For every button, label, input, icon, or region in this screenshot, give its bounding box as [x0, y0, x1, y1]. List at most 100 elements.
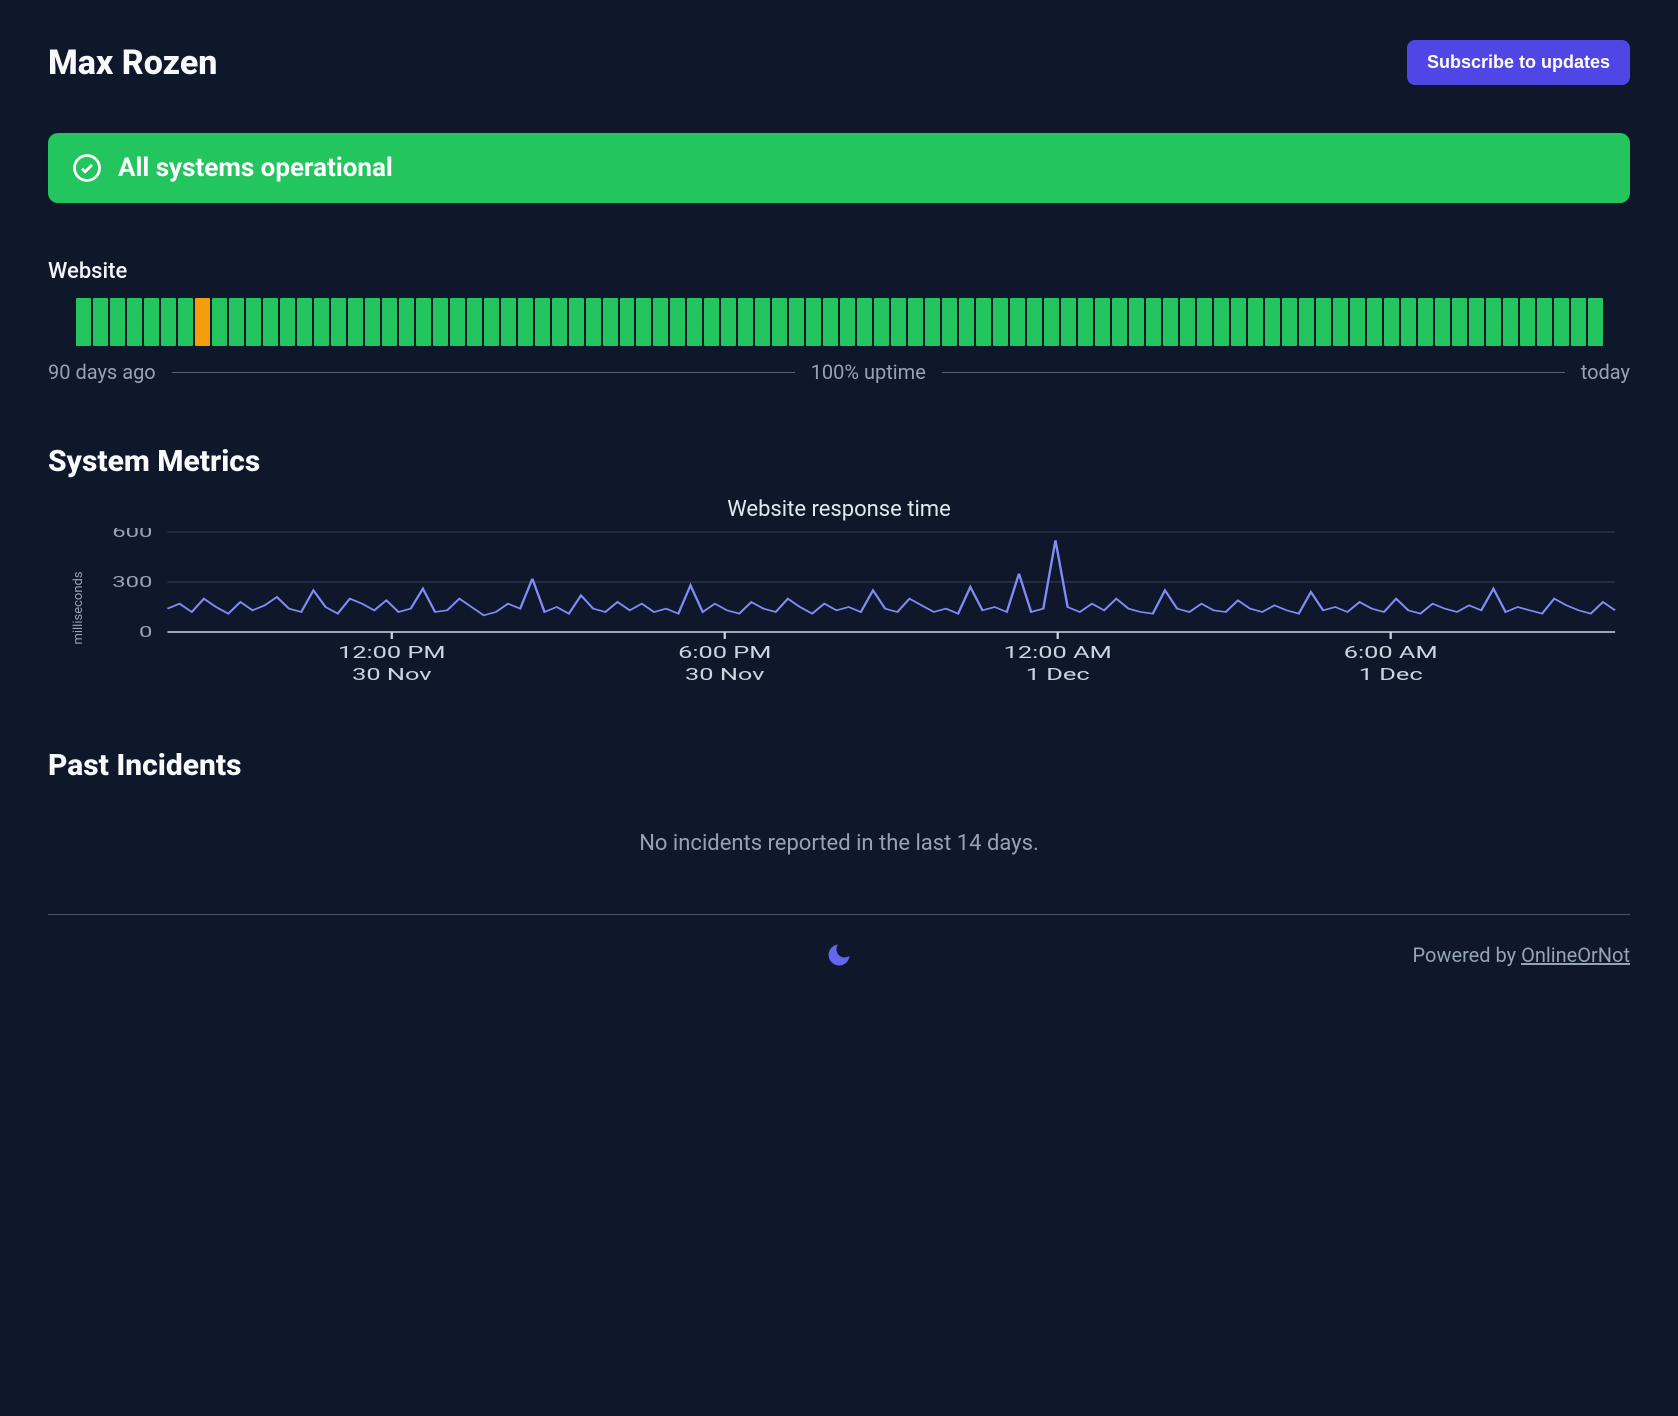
moon-icon[interactable]	[825, 941, 853, 969]
uptime-bar[interactable]	[178, 298, 193, 346]
service-name: Website	[48, 259, 1630, 284]
uptime-bar[interactable]	[942, 298, 957, 346]
uptime-bar[interactable]	[1061, 298, 1076, 346]
uptime-bar[interactable]	[535, 298, 550, 346]
uptime-bar[interactable]	[144, 298, 159, 346]
uptime-bar[interactable]	[1367, 298, 1382, 346]
uptime-bar[interactable]	[1044, 298, 1059, 346]
uptime-bar[interactable]	[1486, 298, 1501, 346]
uptime-bar[interactable]	[297, 298, 312, 346]
uptime-bar[interactable]	[1265, 298, 1280, 346]
uptime-bar[interactable]	[1214, 298, 1229, 346]
uptime-bar[interactable]	[1401, 298, 1416, 346]
uptime-bar[interactable]	[382, 298, 397, 346]
uptime-bar[interactable]	[1231, 298, 1246, 346]
uptime-left-label: 90 days ago	[48, 360, 156, 384]
uptime-bar[interactable]	[1435, 298, 1450, 346]
uptime-bar[interactable]	[925, 298, 940, 346]
uptime-bar[interactable]	[823, 298, 838, 346]
uptime-bar[interactable]	[501, 298, 516, 346]
uptime-bar[interactable]	[1112, 298, 1127, 346]
response-time-chart: milliseconds 030060012:00 PM30 Nov6:00 P…	[48, 528, 1630, 688]
uptime-bar[interactable]	[1554, 298, 1569, 346]
uptime-bar[interactable]	[857, 298, 872, 346]
uptime-bar[interactable]	[569, 298, 584, 346]
uptime-bar[interactable]	[1452, 298, 1467, 346]
uptime-bar[interactable]	[399, 298, 414, 346]
uptime-bar[interactable]	[840, 298, 855, 346]
uptime-bar[interactable]	[1571, 298, 1586, 346]
powered-by: Powered by OnlineOrNot	[1413, 943, 1630, 967]
uptime-bar[interactable]	[76, 298, 91, 346]
uptime-bar[interactable]	[789, 298, 804, 346]
uptime-bar[interactable]	[1129, 298, 1144, 346]
uptime-bar[interactable]	[1078, 298, 1093, 346]
uptime-bar[interactable]	[1588, 298, 1603, 346]
uptime-bar[interactable]	[314, 298, 329, 346]
uptime-bar[interactable]	[1180, 298, 1195, 346]
uptime-bar[interactable]	[1197, 298, 1212, 346]
uptime-bar[interactable]	[1282, 298, 1297, 346]
uptime-bar[interactable]	[348, 298, 363, 346]
uptime-bar[interactable]	[1299, 298, 1314, 346]
uptime-bar[interactable]	[467, 298, 482, 346]
uptime-bar[interactable]	[280, 298, 295, 346]
uptime-bar[interactable]	[670, 298, 685, 346]
uptime-bar[interactable]	[653, 298, 668, 346]
uptime-bar[interactable]	[1095, 298, 1110, 346]
uptime-bar[interactable]	[874, 298, 889, 346]
uptime-bar[interactable]	[1520, 298, 1535, 346]
uptime-bar[interactable]	[1503, 298, 1518, 346]
uptime-bar[interactable]	[1316, 298, 1331, 346]
uptime-bar[interactable]	[484, 298, 499, 346]
subscribe-button[interactable]: Subscribe to updates	[1407, 40, 1630, 85]
uptime-bar[interactable]	[976, 298, 991, 346]
uptime-bar[interactable]	[721, 298, 736, 346]
uptime-bar[interactable]	[772, 298, 787, 346]
uptime-bar[interactable]	[636, 298, 651, 346]
uptime-bar[interactable]	[518, 298, 533, 346]
uptime-right-label: today	[1581, 360, 1630, 384]
uptime-bar[interactable]	[603, 298, 618, 346]
uptime-bar[interactable]	[416, 298, 431, 346]
uptime-bar[interactable]	[891, 298, 906, 346]
uptime-bar[interactable]	[1384, 298, 1399, 346]
uptime-bar[interactable]	[1146, 298, 1161, 346]
uptime-bar[interactable]	[704, 298, 719, 346]
uptime-bar[interactable]	[93, 298, 108, 346]
uptime-bar[interactable]	[195, 298, 210, 346]
svg-text:1 Dec: 1 Dec	[1359, 665, 1423, 685]
uptime-bar[interactable]	[365, 298, 380, 346]
uptime-bar[interactable]	[738, 298, 753, 346]
uptime-bar[interactable]	[1333, 298, 1348, 346]
uptime-bar[interactable]	[908, 298, 923, 346]
uptime-bar[interactable]	[433, 298, 448, 346]
uptime-bar[interactable]	[229, 298, 244, 346]
uptime-bar[interactable]	[1350, 298, 1365, 346]
uptime-bar[interactable]	[586, 298, 601, 346]
uptime-bar[interactable]	[1537, 298, 1552, 346]
uptime-bar[interactable]	[1027, 298, 1042, 346]
uptime-bar[interactable]	[450, 298, 465, 346]
svg-text:30 Nov: 30 Nov	[685, 665, 765, 685]
uptime-bar[interactable]	[806, 298, 821, 346]
uptime-bar[interactable]	[755, 298, 770, 346]
uptime-bar[interactable]	[246, 298, 261, 346]
uptime-bar[interactable]	[331, 298, 346, 346]
uptime-bar[interactable]	[620, 298, 635, 346]
uptime-bar[interactable]	[1163, 298, 1178, 346]
powered-link[interactable]: OnlineOrNot	[1521, 943, 1630, 967]
uptime-bar[interactable]	[959, 298, 974, 346]
uptime-bar[interactable]	[161, 298, 176, 346]
uptime-bar[interactable]	[263, 298, 278, 346]
uptime-bar[interactable]	[687, 298, 702, 346]
uptime-bar[interactable]	[1418, 298, 1433, 346]
uptime-bar[interactable]	[552, 298, 567, 346]
uptime-bar[interactable]	[993, 298, 1008, 346]
uptime-bar[interactable]	[110, 298, 125, 346]
uptime-bar[interactable]	[212, 298, 227, 346]
uptime-bar[interactable]	[1469, 298, 1484, 346]
uptime-bar[interactable]	[1010, 298, 1025, 346]
uptime-bar[interactable]	[127, 298, 142, 346]
uptime-bar[interactable]	[1248, 298, 1263, 346]
